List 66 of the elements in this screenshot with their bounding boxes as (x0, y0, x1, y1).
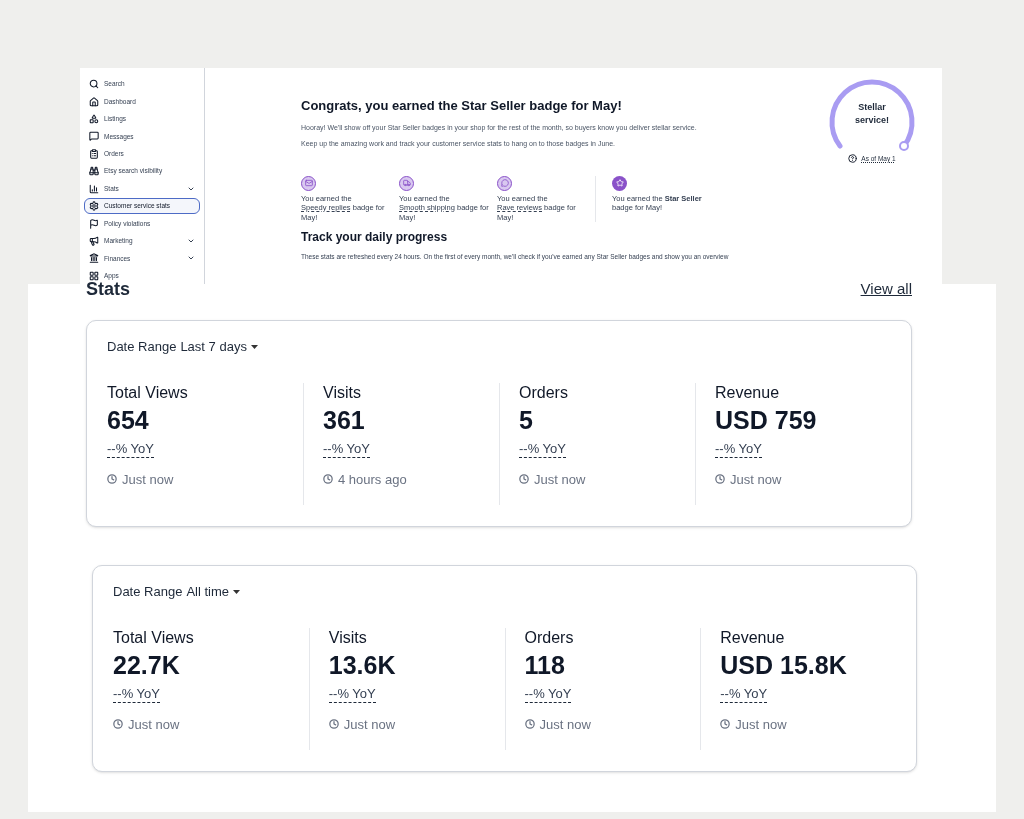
clock-icon (107, 474, 117, 485)
clipboard-icon (89, 148, 99, 159)
yoy-change: --% YoY (113, 685, 160, 703)
settings-icon (89, 201, 99, 212)
yoy-change: --% YoY (323, 440, 370, 458)
updated-time: Just now (534, 470, 586, 489)
speech-bubble-badge-icon (497, 175, 512, 191)
yoy-change: --% YoY (328, 685, 376, 703)
metric-label: Visits (323, 382, 362, 403)
caret-icon (250, 344, 258, 349)
clock-icon (715, 474, 725, 485)
banner-title: Congrats, you earned the Star Seller badge for May! (301, 97, 623, 115)
clock-icon (323, 474, 333, 485)
metric-value: USD 759 (715, 404, 818, 435)
envelope-badge-icon (301, 175, 316, 191)
chat-icon (89, 131, 99, 142)
metric-value: 118 (524, 649, 566, 680)
metric-value: 22.7K (113, 649, 181, 680)
clock-icon (519, 474, 529, 485)
home-icon (89, 96, 99, 107)
view-all-link[interactable]: View all (860, 280, 912, 298)
progress-title: Track your daily progress (301, 229, 449, 247)
caret-icon (233, 589, 240, 594)
metric-label: Orders (524, 627, 575, 648)
metric-label: Revenue (715, 382, 781, 403)
updated-time: Just now (122, 470, 174, 489)
metric-label: Total Views (113, 627, 195, 648)
metric-label: Total Views (107, 382, 189, 403)
bar-chart-icon (89, 183, 99, 194)
yoy-change: --% YoY (524, 685, 572, 703)
star-badge-icon (612, 175, 627, 191)
clock-icon (328, 719, 339, 730)
clock-icon (720, 719, 731, 730)
updated-time: 4 hours ago (338, 470, 407, 489)
grid-icon (89, 270, 99, 281)
metric-label: Orders (519, 382, 569, 403)
flag-icon (89, 218, 99, 229)
gauge-label: Stellar service! (854, 101, 890, 127)
bank-icon (89, 253, 99, 264)
updated-time: Just now (128, 715, 180, 734)
binoculars-icon (89, 166, 99, 177)
clock-icon (524, 719, 535, 730)
metric-value: 5 (519, 404, 534, 435)
truck-badge-icon (399, 175, 414, 191)
yoy-change: --% YoY (107, 440, 154, 458)
updated-time: Just now (343, 715, 396, 734)
updated-time: Just now (539, 715, 591, 734)
date-range-dropdown[interactable]: Date Range All time (113, 582, 240, 602)
metric-value: 13.6K (328, 649, 397, 680)
help-icon (848, 154, 858, 164)
search-icon (89, 79, 99, 90)
metric-value: USD 15.8K (720, 649, 848, 680)
metric-label: Revenue (720, 627, 786, 648)
megaphone-icon (89, 236, 99, 246)
updated-time: Just now (730, 470, 782, 489)
yoy-change: --% YoY (715, 440, 762, 458)
shapes-icon (89, 114, 99, 125)
yoy-change: --% YoY (519, 440, 566, 458)
yoy-change: --% YoY (720, 685, 768, 703)
metric-label: Visits (328, 627, 368, 648)
updated-time: Just now (735, 715, 787, 734)
stats-heading: Stats (86, 280, 130, 298)
metric-value: 654 (107, 404, 150, 435)
date-range-dropdown[interactable]: Date Range Last 7 days (107, 337, 258, 357)
metric-value: 361 (323, 404, 366, 435)
clock-icon (113, 719, 123, 730)
